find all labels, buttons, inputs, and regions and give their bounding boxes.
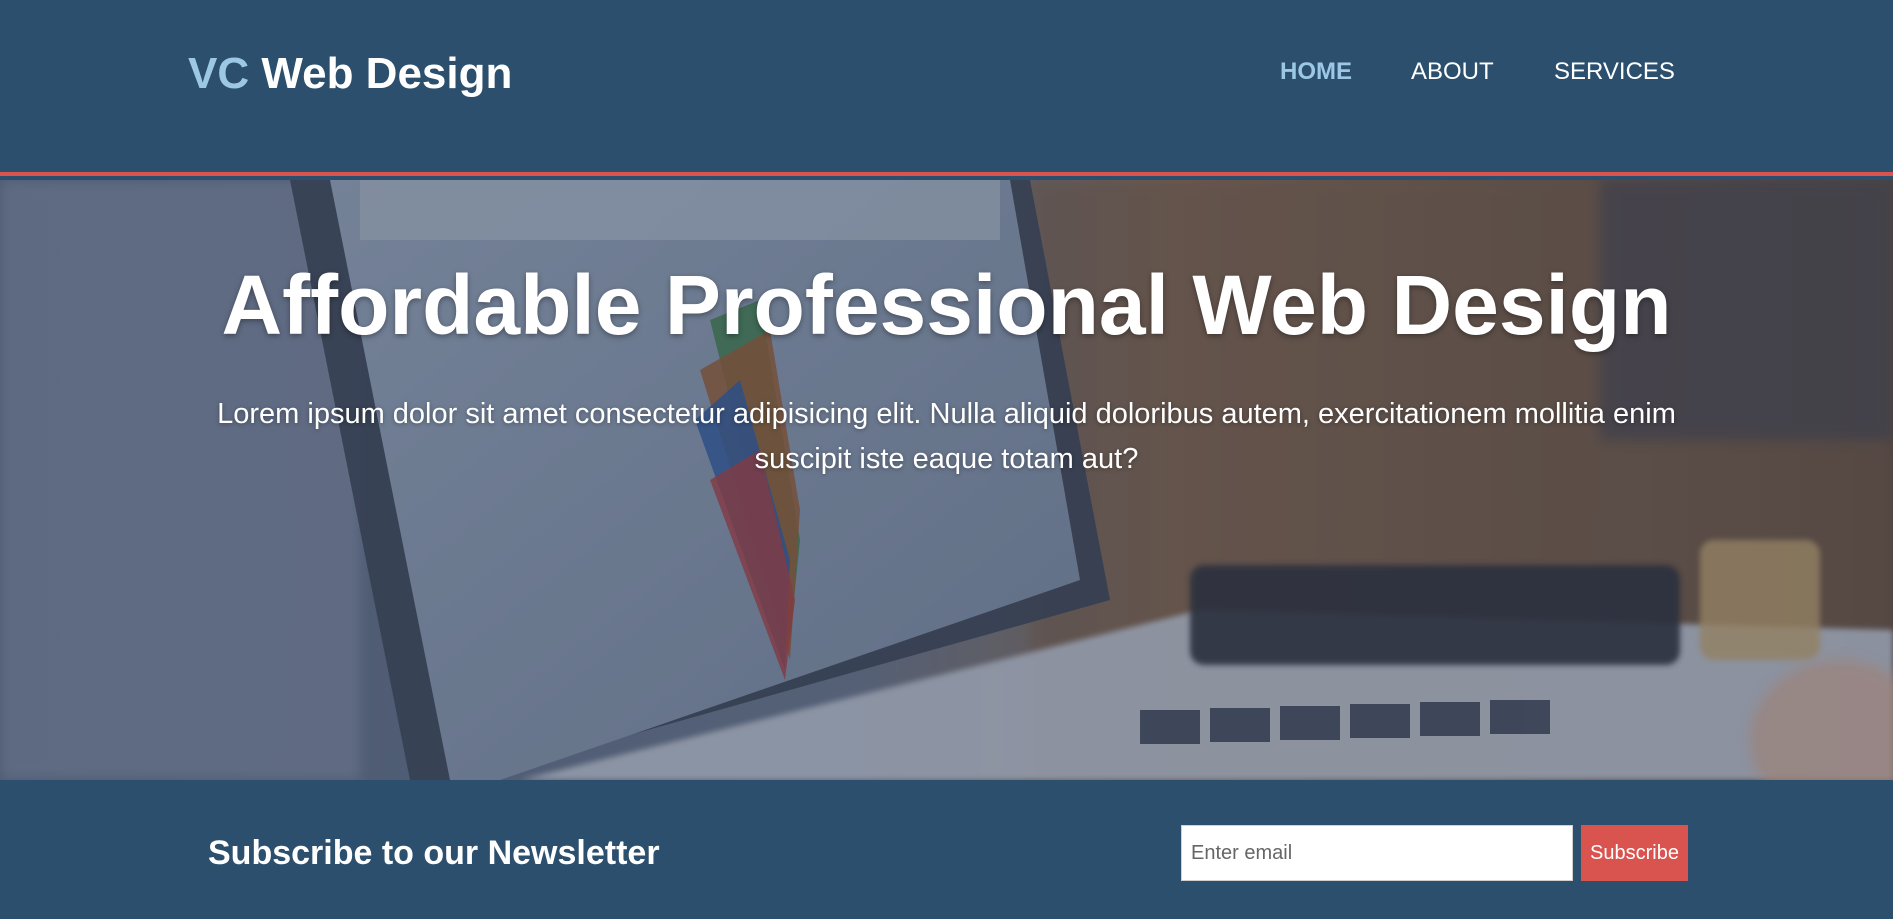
nav-item-about[interactable]: ABOUT bbox=[1411, 56, 1494, 88]
main-nav: HOME ABOUT SERVICES bbox=[1250, 56, 1700, 92]
hero-text: Lorem ipsum dolor sit amet consectetur a… bbox=[217, 398, 1676, 475]
site-header: VC Web Design HOME ABOUT SERVICES bbox=[0, 0, 1893, 176]
logo-main-text: Web Design bbox=[261, 49, 513, 98]
nav-item-services[interactable]: SERVICES bbox=[1554, 56, 1675, 88]
hero-section: Affordable Professional Web Design Lorem… bbox=[0, 180, 1893, 780]
newsletter-title: Subscribe to our Newsletter bbox=[208, 834, 660, 872]
hero-title: Affordable Professional Web Design bbox=[221, 258, 1672, 352]
newsletter-section: Subscribe to our Newsletter Subscribe bbox=[0, 780, 1893, 919]
logo-accent-text: VC bbox=[188, 49, 250, 98]
subscribe-button[interactable]: Subscribe bbox=[1581, 825, 1688, 881]
nav-item-home[interactable]: HOME bbox=[1280, 56, 1352, 88]
email-input[interactable] bbox=[1181, 825, 1573, 881]
site-logo[interactable]: VC Web Design bbox=[188, 48, 512, 100]
